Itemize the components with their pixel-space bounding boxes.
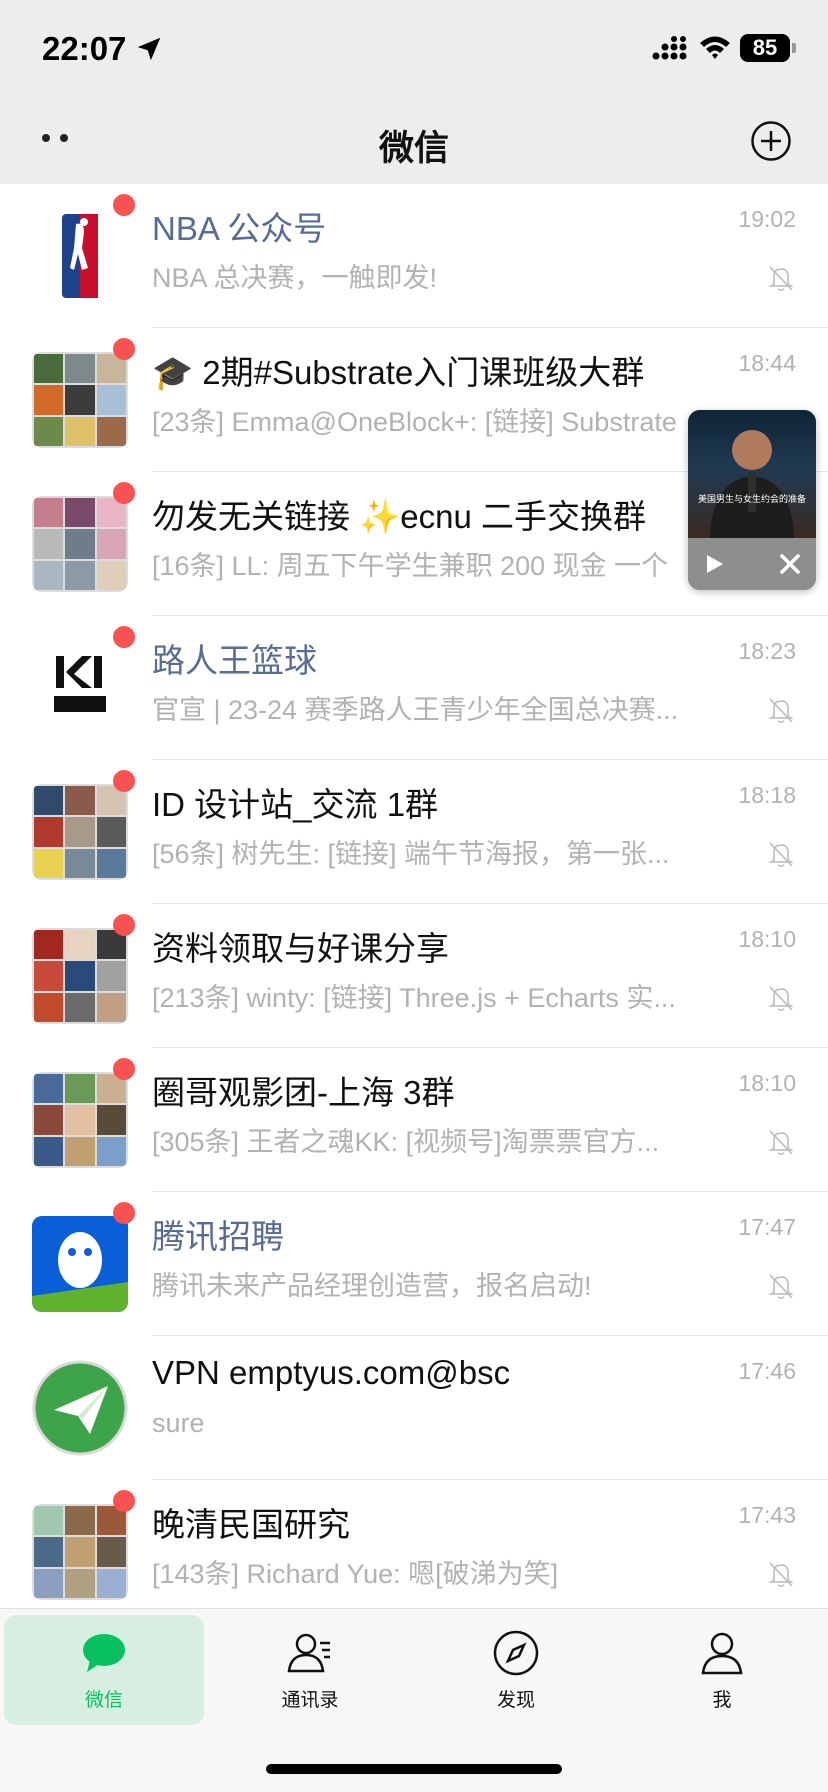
page-title: 微信 [378,129,449,168]
video-thumbnail[interactable]: 美国男生与女生约会的准备 [688,410,816,538]
avatar[interactable] [32,352,128,448]
chat-time: 17:47 [738,1214,796,1240]
status-time: 22:07 [42,30,127,67]
tencent-hr-logo-icon [32,1216,128,1312]
floating-video-window[interactable]: 美国男生与女生约会的准备 [688,410,816,590]
chat-time: 18:23 [738,638,796,664]
tab-discover[interactable]: 发现 [416,1615,616,1725]
avatar[interactable] [32,1216,128,1312]
chat-time: 18:18 [738,782,796,808]
chat-name: 🎓 2期#Substrate入门课班级大群 [152,354,645,391]
tab-label: 我 [712,1690,732,1711]
avatar[interactable] [32,928,128,1024]
nav-bar: 微信 [0,100,828,184]
chat-name: 资料领取与好课分享 [152,930,449,967]
chat-name: 腾讯招聘 [152,1218,284,1255]
chat-preview: NBA 总决赛，一触即发! [152,263,438,293]
cellular-signal-icon [652,36,687,60]
chat-preview: 官宣 | 23-24 赛季路人王青少年全国总决赛... [152,695,679,725]
mute-bell-icon [768,1562,794,1587]
tab-label: 通讯录 [281,1690,339,1711]
chat-row[interactable]: 晚清民国研究 17:43 [143条] Richard Yue: 嗯[破涕为笑] [0,1480,828,1608]
battery-cap [792,43,796,53]
chat-time: 18:10 [738,926,796,952]
avatar[interactable] [32,1072,128,1168]
compass-icon [493,1630,539,1676]
unread-badge [113,1202,135,1224]
tab-chats[interactable]: 微信 [4,1615,204,1725]
chat-time: 19:02 [738,206,796,232]
chat-name: 路人王篮球 [152,642,317,679]
chat-preview: sure [152,1408,205,1438]
tab-label: 微信 [84,1690,123,1711]
chat-row[interactable]: 资料领取与好课分享 18:10 [213条] winty: [链接] Three… [0,904,828,1048]
chat-time: 17:43 [738,1502,796,1528]
close-icon[interactable] [778,552,802,576]
contacts-icon [287,1633,330,1673]
battery-indicator: 85 [740,34,790,62]
mute-bell-icon [768,1274,794,1299]
status-bar: 22:07 85 [0,0,828,100]
chat-name: 晚清民国研究 [152,1506,350,1543]
unread-badge [113,194,135,216]
chat-preview: [16条] LL: 周五下午学生兼职 200 现金 一个 [152,551,669,581]
chat-name: NBA 公众号 [152,210,327,247]
chat-time: 18:10 [738,1070,796,1096]
lurenwang-logo-icon [32,640,128,736]
unread-badge [113,1058,135,1080]
person-icon [701,1632,743,1675]
play-icon[interactable] [702,552,726,576]
chat-time: 18:44 [738,350,796,376]
chat-preview: [143条] Richard Yue: 嗯[破涕为笑] [152,1559,559,1589]
avatar[interactable] [32,640,128,736]
unread-badge [113,626,135,648]
chat-preview: 腾讯未来产品经理创造营，报名启动! [152,1271,592,1301]
chat-icon [83,1634,125,1672]
avatar[interactable] [32,208,128,304]
mute-bell-icon [768,1130,794,1155]
unread-badge [113,914,135,936]
chat-name: 勿发无关链接 ✨ecnu 二手交换群 [152,498,646,535]
avatar[interactable] [32,1504,128,1600]
video-caption: 美国男生与女生约会的准备 [697,494,806,504]
video-controls [688,538,816,590]
home-indicator [266,1764,562,1774]
add-plus-icon[interactable] [750,120,792,162]
location-arrow-icon [137,37,161,61]
chat-row[interactable]: ID 设计站_交流 1群 18:18 [56条] 树先生: [链接] 端午节海报… [0,760,828,904]
chat-row[interactable]: 腾讯招聘 17:47 腾讯未来产品经理创造营，报名启动! [0,1192,828,1336]
chat-time: 17:46 [738,1358,796,1384]
chat-name: 圈哥观影团-上海 3群 [152,1074,455,1111]
tab-label: 发现 [496,1690,535,1711]
tab-contacts[interactable]: 通讯录 [210,1615,410,1725]
chat-row[interactable]: 圈哥观影团-上海 3群 18:10 [305条] 王者之魂KK: [视频号]淘票… [0,1048,828,1192]
chat-list: NBA 公众号 19:02 NBA 总决赛，一触即发! 🎓 2期#Substra… [0,184,828,1608]
unread-badge [113,770,135,792]
nba-logo-icon [32,208,128,304]
chat-preview: [23条] Emma@OneBlock+: [链接] Substrate [152,407,677,437]
mute-bell-icon [768,842,794,867]
tab-me[interactable]: 我 [622,1615,822,1725]
avatar[interactable] [32,784,128,880]
mute-bell-icon [768,698,794,723]
chat-preview: [56条] 树先生: [链接] 端午节海报，第一张... [152,839,670,869]
avatar[interactable] [32,1360,128,1456]
chat-name: ID 设计站_交流 1群 [152,786,439,823]
chat-row[interactable]: NBA 公众号 19:02 NBA 总决赛，一触即发! [0,184,828,328]
paper-plane-logo-icon [32,1360,128,1456]
mute-bell-icon [768,986,794,1011]
wifi-icon [700,36,730,59]
unread-badge [113,482,135,504]
chat-row[interactable]: 路人王篮球 18:23 官宣 | 23-24 赛季路人王青少年全国总决赛... [0,616,828,760]
unread-badge [113,1490,135,1512]
unread-badge [113,338,135,360]
chat-name: VPN emptyus.com@bsc [152,1354,511,1391]
video-person-image [710,430,794,538]
mute-bell-icon [768,266,794,291]
chat-preview: [213条] winty: [链接] Three.js + Echarts 实.… [152,983,676,1013]
chat-preview: [305条] 王者之魂KK: [视频号]淘票票官方... [152,1127,660,1157]
chat-row[interactable]: VPN emptyus.com@bsc 17:46 sure [0,1336,828,1480]
avatar[interactable] [32,496,128,592]
